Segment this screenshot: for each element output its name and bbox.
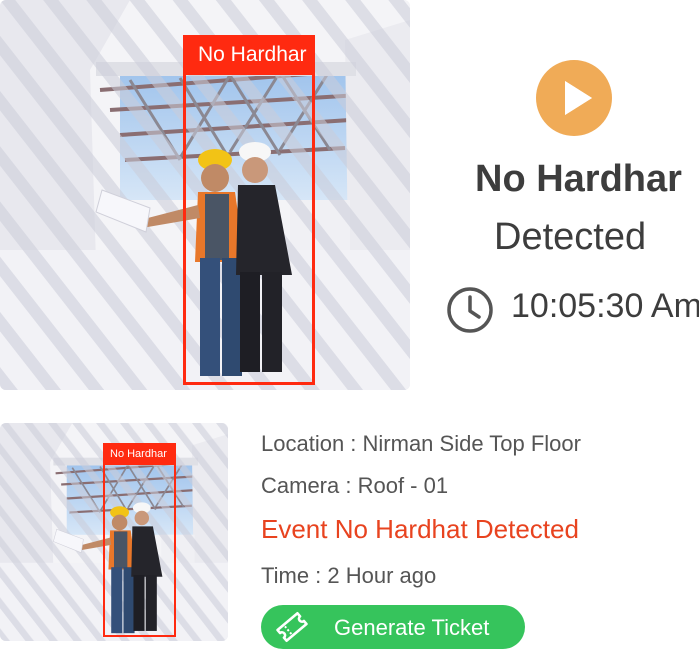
alert-title: No Hardhar xyxy=(475,158,682,200)
generate-ticket-button[interactable]: Generate Ticket xyxy=(261,605,525,649)
detection-label: No Hardhar xyxy=(183,35,315,75)
alert-time: 10:05:30 Am xyxy=(511,287,699,325)
detection-snapshot[interactable]: No Hardhar xyxy=(0,0,410,390)
thumbnail-detection-label: No Hardhar xyxy=(103,443,176,465)
event-time-text: Time : 2 Hour ago xyxy=(261,563,437,588)
clock-icon xyxy=(447,287,493,333)
alert-subtitle: Detected xyxy=(494,216,647,258)
event-thumbnail[interactable]: No Hardhar xyxy=(0,423,228,641)
detection-bounding-box: No Hardhar xyxy=(183,35,315,385)
camera-text: Camera : Roof - 01 xyxy=(261,473,449,498)
generate-ticket-label: Generate Ticket xyxy=(334,615,490,640)
play-button[interactable] xyxy=(536,60,612,136)
event-text: Event No Hardhat Detected xyxy=(261,514,579,544)
location-text: Location : Nirman Side Top Floor xyxy=(261,431,581,456)
thumbnail-bounding-box: No Hardhar xyxy=(103,443,176,637)
ticket-icon xyxy=(276,611,308,643)
play-icon xyxy=(565,81,592,115)
